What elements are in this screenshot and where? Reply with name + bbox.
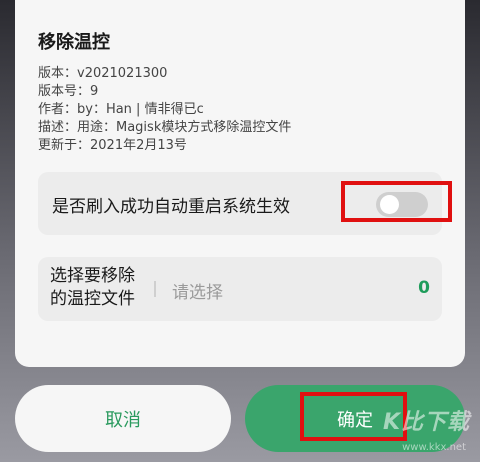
info-version-code: 版本号：9 xyxy=(38,84,99,99)
cancel-button[interactable]: 取消 xyxy=(15,385,231,452)
watermark-url: www.kkx.net xyxy=(402,442,466,453)
watermark: K比下载 www.kkx.net xyxy=(352,404,472,458)
file-select-row[interactable]: 选择要移除的温控文件 请选择 0 xyxy=(38,257,442,321)
field-divider xyxy=(154,281,156,297)
highlight-box-toggle xyxy=(341,181,452,222)
watermark-logo: K比下载 xyxy=(382,410,470,435)
file-select-label: 选择要移除的温控文件 xyxy=(50,266,135,309)
info-updated: 更新于：2021年2月13号 xyxy=(38,138,187,153)
selected-count: 0 xyxy=(418,278,430,298)
info-description: 描述：用途：Magisk模块方式移除温控文件 xyxy=(38,120,292,135)
reboot-option-label: 是否刷入成功自动重启系统生效 xyxy=(52,197,290,217)
info-author: 作者：by：Han | 情非得已c xyxy=(38,102,204,117)
dialog-title: 移除温控 xyxy=(38,32,110,53)
module-info: 版本：v2021021300 版本号：9 作者：by：Han | 情非得已c 描… xyxy=(38,65,458,155)
info-version: 版本：v2021021300 xyxy=(38,66,168,81)
file-select-input[interactable]: 请选择 xyxy=(172,278,223,303)
